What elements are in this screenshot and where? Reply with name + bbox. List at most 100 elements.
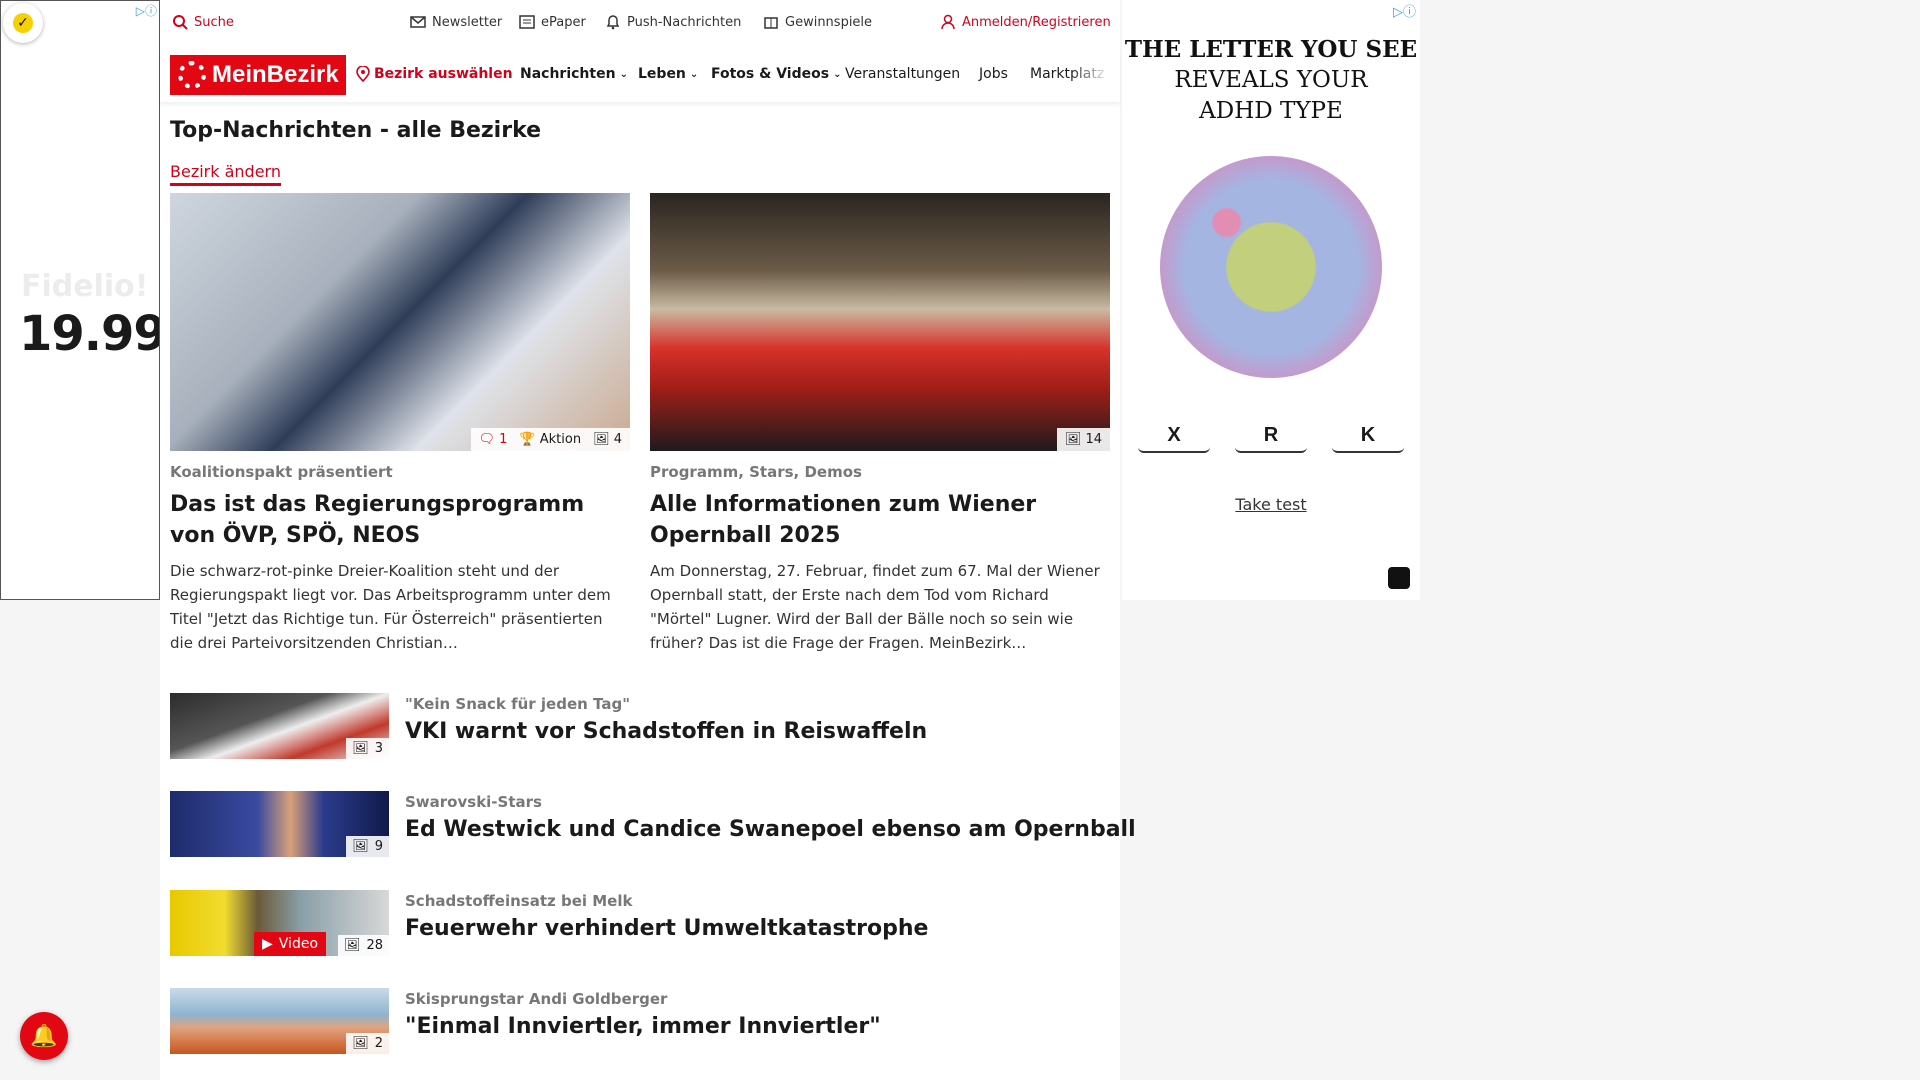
- meinbezirk-logo[interactable]: MeinBezirk: [170, 55, 346, 95]
- article-thumbnail[interactable]: 🖼 3: [170, 693, 389, 759]
- video-label: Video: [278, 936, 319, 952]
- nav-leben-label: Leben: [638, 66, 686, 82]
- ad-headline-line2: REVEALS YOUR: [1174, 67, 1368, 93]
- photo-count-value: 14: [1085, 432, 1102, 447]
- bell-icon: [606, 15, 620, 30]
- article-kicker: Schadstoffeinsatz bei Melk: [405, 892, 633, 910]
- nav-jobs-label: Jobs: [979, 66, 1008, 82]
- ad-brand-icon: [1388, 567, 1410, 589]
- article-headline[interactable]: "Einmal Innviertler, immer Innviertler": [405, 1014, 881, 1039]
- article-card[interactable]: 🗨 1 🏆 Aktion 🖼 4 Koalitionspakt präsenti…: [170, 193, 630, 655]
- article-kicker: Skisprungstar Andi Goldberger: [405, 990, 668, 1008]
- norton-check-icon: ✓: [3, 3, 43, 43]
- epaper-label: ePaper: [541, 14, 586, 30]
- main-navigation: MeinBezirk Bezirk auswählen Nachrichten …: [160, 52, 1120, 102]
- adchoices-icon[interactable]: ▷ⓘ: [136, 2, 157, 19]
- section-title: Top-Nachrichten - alle Bezirke: [170, 118, 542, 143]
- article-kicker: Programm, Stars, Demos: [650, 463, 862, 481]
- article-teaser: Die schwarz-rot-pinke Dreier-Koalition s…: [170, 562, 611, 652]
- newspaper-icon: [519, 15, 535, 29]
- ad-price: 19.99: [19, 306, 160, 362]
- search-label: Suche: [194, 14, 234, 30]
- article-headline[interactable]: Das ist das Regierungsprogramm von ÖVP, …: [170, 489, 630, 551]
- nav-nachrichten[interactable]: Nachrichten ⌄: [520, 66, 628, 82]
- location-pin-icon: [356, 66, 370, 82]
- article-kicker: Koalitionspakt präsentiert: [170, 463, 393, 481]
- article-headline[interactable]: Feuerwehr verhindert Umweltkatastrophe: [405, 916, 928, 941]
- login-label: Anmelden/Registrieren: [962, 14, 1111, 30]
- ad-headline-line3: ADHD TYPE: [1199, 98, 1343, 124]
- right-ad-banner[interactable]: ▷ⓘ THE LETTER YOU SEE REVEALS YOUR ADHD …: [1122, 0, 1420, 600]
- article-badge: 🗨 1 🏆 Aktion 🖼 4: [470, 428, 630, 451]
- user-icon: [941, 14, 955, 30]
- color-dot-test-image: [1160, 156, 1382, 378]
- nav-jobs[interactable]: Jobs: [979, 66, 1008, 82]
- mail-icon: [410, 16, 426, 28]
- nav-leben[interactable]: Leben ⌄: [638, 66, 698, 82]
- newsletter-link[interactable]: Newsletter: [410, 14, 502, 30]
- chevron-down-icon: ⌄: [689, 68, 699, 80]
- photo-count-value: 3: [374, 741, 383, 756]
- article-badge: 🖼 14: [1056, 428, 1110, 451]
- article-image[interactable]: 🗨 1 🏆 Aktion 🖼 4: [170, 193, 630, 451]
- logo-flower-icon: [178, 61, 206, 89]
- article-headline[interactable]: VKI warnt vor Schadstoffen in Reiswaffel…: [405, 719, 927, 744]
- ad-option-r[interactable]: R: [1235, 424, 1307, 453]
- left-ad-banner[interactable]: ✓ ▷ⓘ Fidelio! 19.99: [0, 0, 160, 600]
- push-notifications-link[interactable]: Push-Nachrichten: [605, 14, 741, 30]
- video-badge: ▶ Video: [254, 932, 327, 956]
- list-item[interactable]: 🖼 3 "Kein Snack für jeden Tag" VKI warnt…: [170, 693, 1110, 759]
- notification-bell-button[interactable]: 🔔: [20, 1012, 68, 1060]
- gewinnspiele-label: Gewinnspiele: [785, 14, 873, 30]
- comment-count: 🗨 1: [478, 432, 508, 447]
- action-tag: 🏆 Aktion: [519, 432, 582, 447]
- photo-count: 🖼 3: [346, 738, 389, 759]
- nav-fotos-videos[interactable]: Fotos & Videos ⌄: [711, 66, 841, 82]
- gewinnspiele-link[interactable]: Gewinnspiele: [763, 14, 872, 30]
- take-test-link[interactable]: Take test: [1122, 495, 1420, 514]
- article-thumbnail[interactable]: ▶ Video 🖼 28: [170, 890, 389, 956]
- photo-count-value: 2: [374, 1036, 383, 1051]
- comment-count-value: 1: [499, 432, 508, 447]
- nav-nachrichten-label: Nachrichten: [520, 66, 616, 82]
- article-teaser: Am Donnerstag, 27. Februar, findet zum 6…: [650, 562, 1100, 652]
- article-card[interactable]: 🖼 14 Programm, Stars, Demos Alle Informa…: [650, 193, 1110, 655]
- article-kicker: "Kein Snack für jeden Tag": [405, 695, 631, 713]
- change-bezirk-link[interactable]: Bezirk ändern: [170, 162, 281, 186]
- newsletter-label: Newsletter: [432, 14, 503, 30]
- bell-icon: 🔔: [30, 1023, 58, 1049]
- ad-options: X R K: [1138, 424, 1404, 453]
- photo-count: 🖼 4: [593, 432, 622, 447]
- article-image[interactable]: 🖼 14: [650, 193, 1110, 451]
- list-item[interactable]: 🖼 9 Swarovski-Stars Ed Westwick und Cand…: [170, 791, 1136, 857]
- gift-icon: [764, 17, 778, 29]
- photo-count: 🖼 28: [337, 935, 389, 956]
- list-item[interactable]: 🖼 2 Skisprungstar Andi Goldberger "Einma…: [170, 988, 1110, 1054]
- list-item[interactable]: ▶ Video 🖼 28 Schadstoffeinsatz bei Melk …: [170, 890, 1110, 956]
- nav-fade-overlay: [1070, 52, 1110, 102]
- search-icon: [173, 15, 188, 30]
- ad-option-k[interactable]: K: [1332, 424, 1404, 453]
- play-icon: ▶: [262, 936, 273, 952]
- bezirk-select[interactable]: Bezirk auswählen: [356, 66, 513, 82]
- nav-veranstaltungen[interactable]: Veranstaltungen: [845, 66, 960, 82]
- action-tag-label: Aktion: [539, 432, 582, 447]
- nav-fotos-label: Fotos & Videos: [711, 66, 830, 82]
- ad-option-x[interactable]: X: [1138, 424, 1210, 453]
- ad-faded-text: Fidelio!: [21, 269, 149, 304]
- photo-count-value: 9: [374, 839, 383, 854]
- chevron-down-icon: ⌄: [833, 68, 842, 80]
- login-link[interactable]: Anmelden/Registrieren: [940, 14, 1111, 30]
- article-headline[interactable]: Ed Westwick und Candice Swanepoel ebenso…: [405, 817, 1136, 842]
- search-link[interactable]: Suche: [172, 14, 234, 30]
- top-utility-bar: Suche Newsletter ePaper Push-Nachrichten…: [160, 0, 1120, 46]
- epaper-link[interactable]: ePaper: [519, 14, 586, 30]
- photo-count: 🖼 9: [346, 836, 389, 857]
- photo-count: 🖼 14: [1064, 432, 1102, 447]
- article-thumbnail[interactable]: 🖼 2: [170, 988, 389, 1054]
- adchoices-icon[interactable]: ▷ⓘ: [1393, 1, 1416, 20]
- chevron-down-icon: ⌄: [619, 68, 628, 80]
- article-headline[interactable]: Alle Informationen zum Wiener Opernball …: [650, 489, 1110, 551]
- photo-count-value: 28: [366, 938, 383, 953]
- article-thumbnail[interactable]: 🖼 9: [170, 791, 389, 857]
